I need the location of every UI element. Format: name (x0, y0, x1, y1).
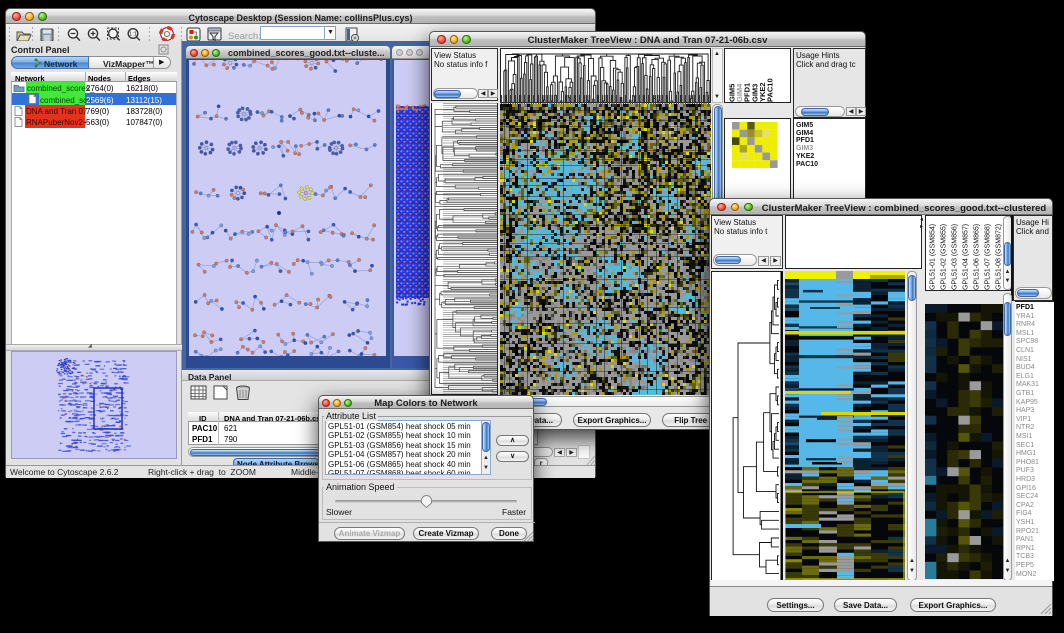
svg-text:PAC10: PAC10 (766, 78, 775, 102)
svg-text:GPL51-06 (GSM865): GPL51-06 (GSM865) (974, 224, 981, 290)
svg-text:GPL51-08 (GSM872): GPL51-08 (GSM872) (996, 224, 1003, 290)
svg-text:GPL51-07 (GSM868): GPL51-07 (GSM868) (985, 224, 992, 290)
svg-text:GPL51-03 (GSM856): GPL51-03 (GSM856) (952, 224, 959, 290)
svg-text:GPL51-04 (GSM857): GPL51-04 (GSM857) (963, 224, 970, 290)
svg-text:1:1: 1:1 (129, 32, 137, 38)
svg-text:GPL51-01 (GSM854): GPL51-01 (GSM854) (930, 224, 937, 290)
svg-text:GPL51-02 (GSM855): GPL51-02 (GSM855) (941, 224, 948, 290)
